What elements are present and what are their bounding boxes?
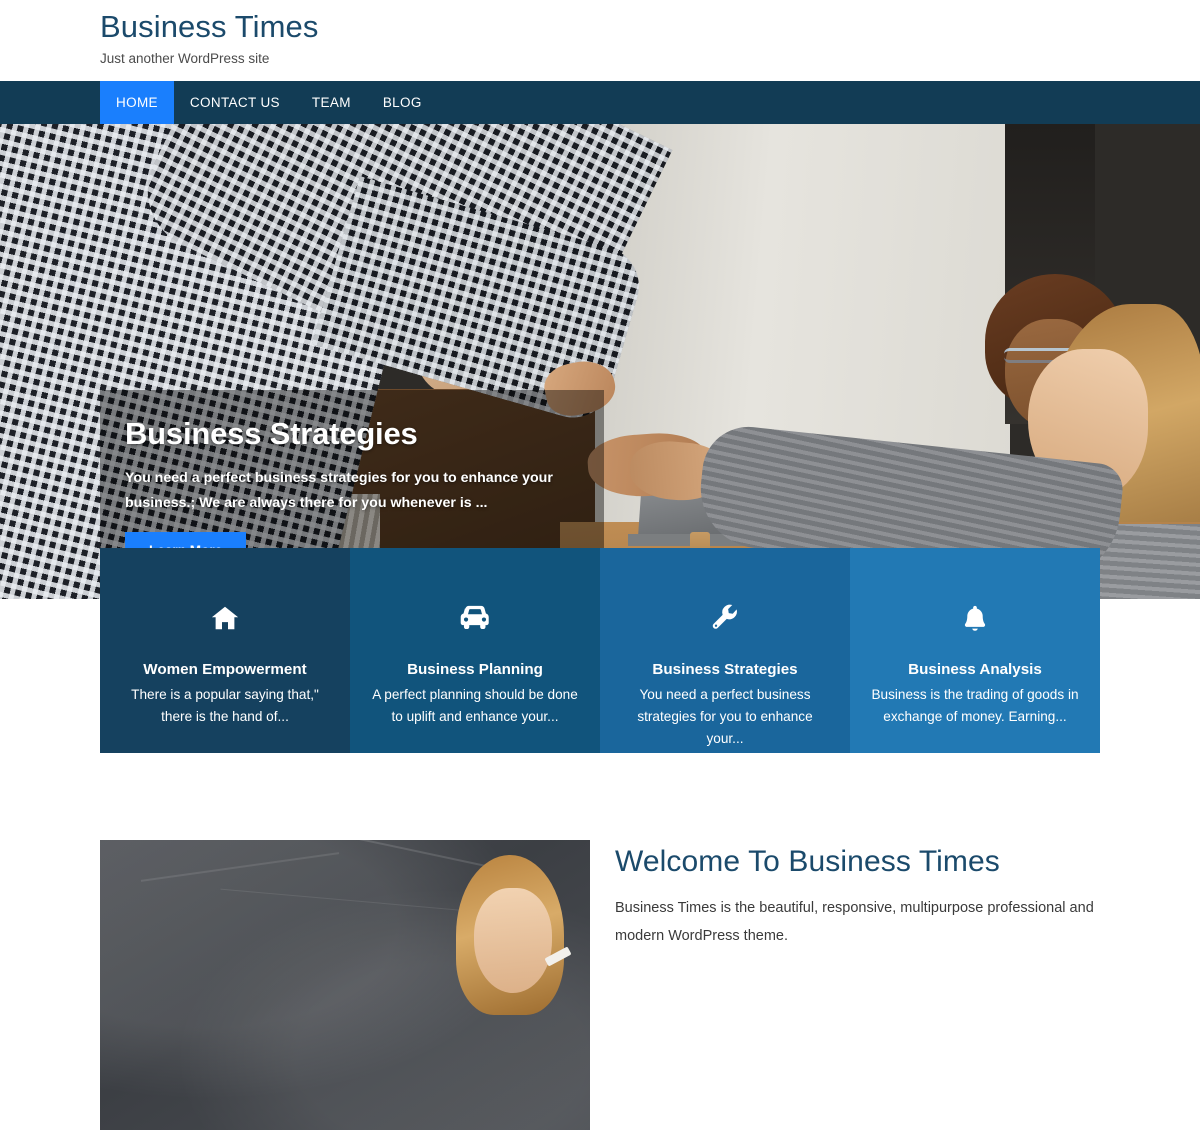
welcome-section: Welcome To Business Times Business Times… bbox=[0, 753, 1200, 1130]
site-title[interactable]: Business Times bbox=[100, 8, 1200, 46]
home-icon bbox=[118, 596, 332, 640]
nav-item-team[interactable]: TEAM bbox=[296, 81, 367, 124]
nav-item-contact-us[interactable]: CONTACT US bbox=[174, 81, 296, 124]
feature-card-business-planning[interactable]: Business Planning A perfect planning sho… bbox=[350, 548, 600, 753]
feature-title: Business Analysis bbox=[908, 661, 1042, 678]
feature-card-women-empowerment[interactable]: Women Empowerment There is a popular say… bbox=[100, 548, 350, 753]
feature-text: A perfect planning should be done to upl… bbox=[372, 687, 578, 724]
welcome-title: Welcome To Business Times bbox=[615, 845, 1000, 878]
feature-card-business-analysis[interactable]: Business Analysis Business is the tradin… bbox=[850, 548, 1100, 753]
feature-text: Business is the trading of goods in exch… bbox=[871, 687, 1079, 724]
feature-card-business-strategies[interactable]: Business Strategies You need a perfect b… bbox=[600, 548, 850, 753]
feature-title: Business Planning bbox=[407, 661, 543, 678]
wrench-icon bbox=[618, 596, 832, 640]
car-icon bbox=[368, 596, 582, 640]
welcome-photo bbox=[100, 840, 590, 1130]
feature-text: There is a popular saying that," there i… bbox=[131, 687, 319, 724]
hero-slider: Business Strategies You need a perfect b… bbox=[0, 124, 1200, 599]
hero-description: You need a perfect business strategies f… bbox=[125, 470, 553, 511]
site-header: Business Times Just another WordPress si… bbox=[0, 0, 1200, 81]
hero-title: Business Strategies bbox=[125, 416, 418, 451]
nav-item-home[interactable]: HOME bbox=[100, 81, 174, 124]
site-tagline: Just another WordPress site bbox=[100, 51, 270, 66]
welcome-text: Business Times is the beautiful, respons… bbox=[615, 900, 1094, 944]
feature-title: Women Empowerment bbox=[143, 661, 307, 678]
feature-text: You need a perfect business strategies f… bbox=[637, 687, 813, 746]
feature-cards-row: Women Empowerment There is a popular say… bbox=[100, 548, 1100, 753]
bell-icon bbox=[868, 596, 1082, 640]
feature-title: Business Strategies bbox=[652, 661, 798, 678]
nav-item-blog[interactable]: BLOG bbox=[367, 81, 438, 124]
primary-navigation: HOME CONTACT US TEAM BLOG bbox=[0, 81, 1200, 124]
